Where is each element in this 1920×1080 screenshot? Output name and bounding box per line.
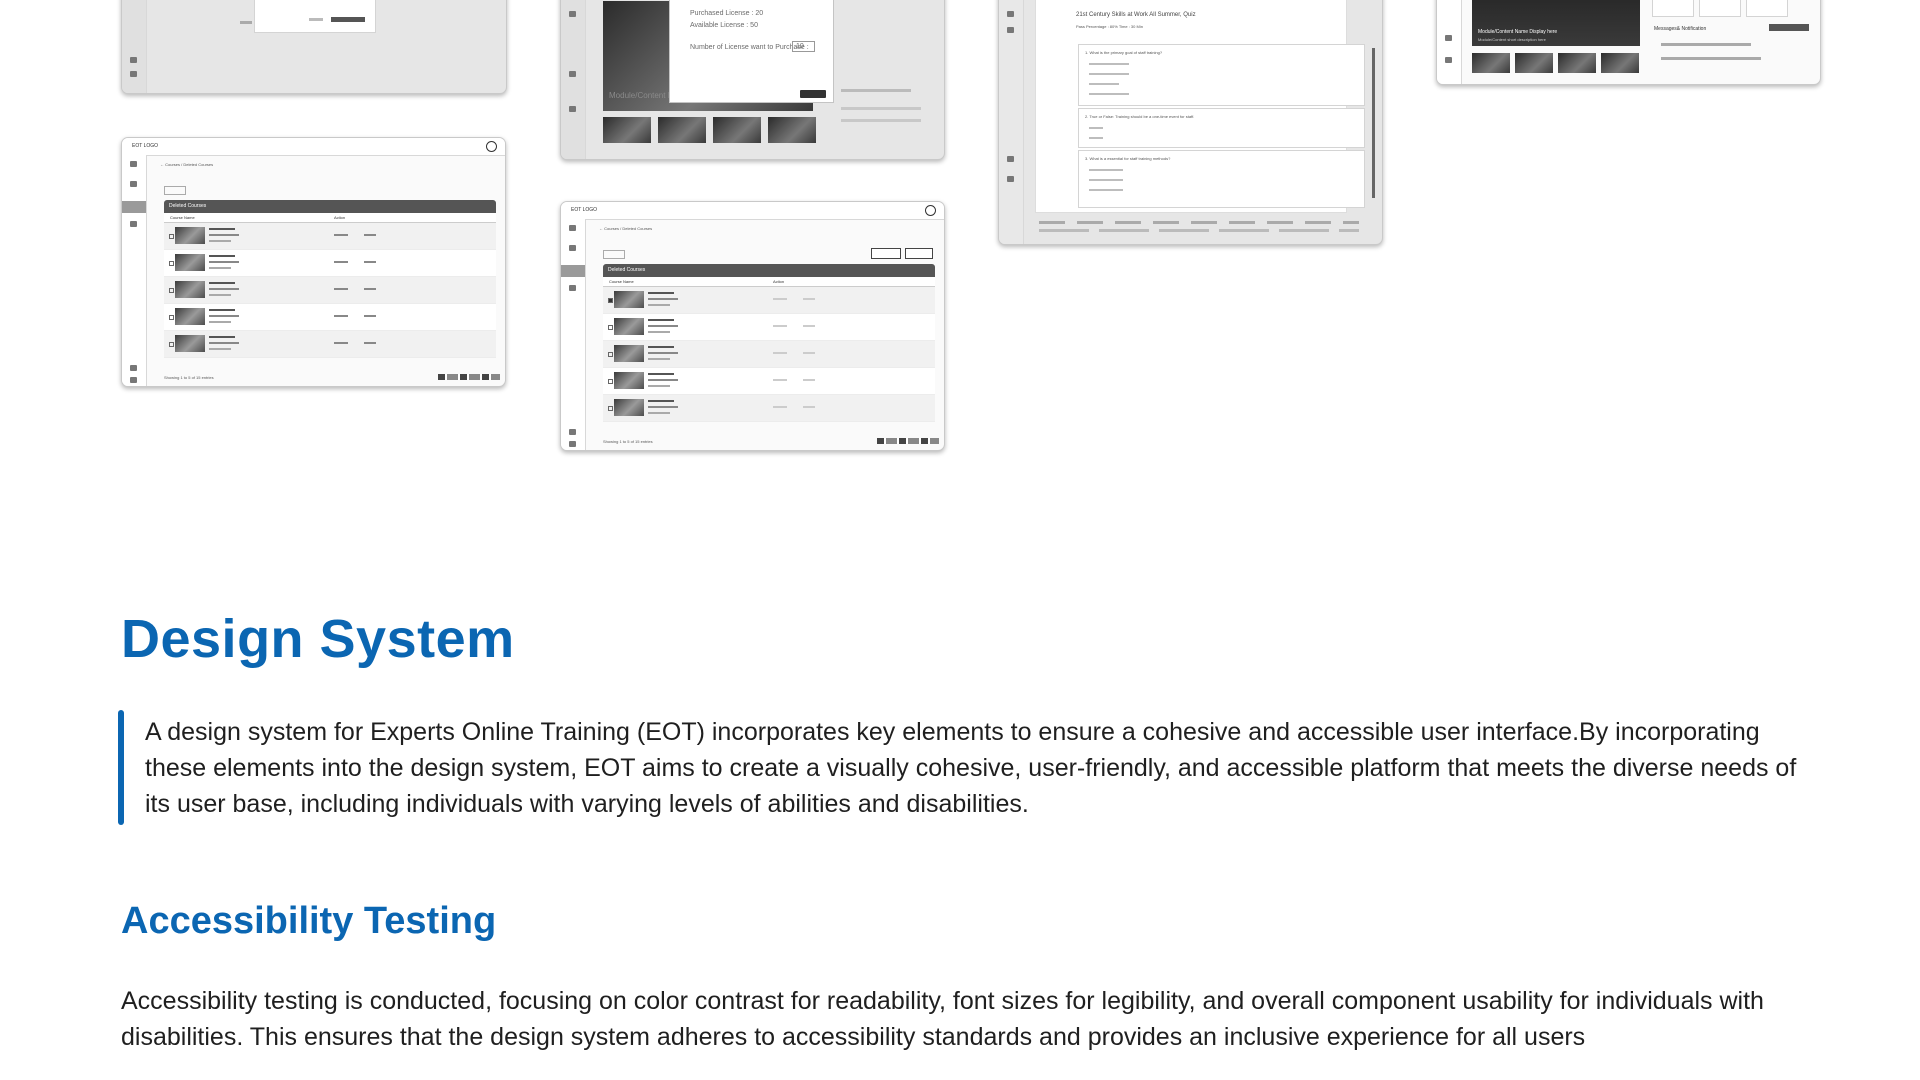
wireframe-sidebar bbox=[1437, 0, 1462, 84]
deleted-courses-table: Deleted Courses Course Name Action bbox=[164, 200, 496, 358]
delete-button[interactable] bbox=[905, 248, 933, 259]
col-course-name[interactable]: Course Name bbox=[170, 215, 195, 220]
breadcrumb[interactable]: ← Courses / Deleted Courses bbox=[160, 162, 213, 167]
col-action: Action bbox=[334, 215, 346, 220]
table-header: Course Name Action bbox=[603, 277, 935, 287]
col-course-name[interactable]: Course Name bbox=[609, 279, 634, 284]
eot-logo: EOT LOGO bbox=[571, 207, 598, 213]
quiz-question-card: 3. What is a essential for staff trainin… bbox=[1078, 150, 1365, 208]
table-row[interactable] bbox=[164, 331, 496, 358]
quiz-title: 21st Century Skills at Work All Summer, … bbox=[1076, 12, 1196, 18]
eot-logo: EOT LOGO bbox=[132, 143, 159, 149]
user-avatar-icon[interactable] bbox=[486, 141, 497, 152]
next-button[interactable] bbox=[800, 90, 826, 98]
table-footer-text: Showing 1 to 5 of 15 entries bbox=[164, 375, 214, 380]
license-purchase-modal: Purchased License : 20 Available License… bbox=[669, 0, 834, 103]
table-row[interactable] bbox=[603, 341, 935, 368]
col-action: Action bbox=[773, 279, 785, 284]
wireframe-sidebar bbox=[122, 155, 147, 386]
user-avatar-icon[interactable] bbox=[925, 205, 936, 216]
wireframe-header: EOT LOGO bbox=[122, 138, 505, 156]
wireframe-sidebar bbox=[122, 0, 147, 93]
quote-accent-bar bbox=[118, 710, 124, 825]
available-license-text: Available License : 50 bbox=[690, 22, 758, 29]
table-row[interactable] bbox=[164, 223, 496, 250]
table-header: Course Name Action bbox=[164, 213, 496, 223]
wireframe-sidebar bbox=[561, 219, 586, 450]
quiz-question-card: 2. True or False: Training should be a o… bbox=[1078, 108, 1365, 148]
quiz-modal: 21st Century Skills at Work All Summer, … bbox=[1035, 0, 1375, 213]
accessibility-testing-description: Accessibility testing is conducted, focu… bbox=[121, 987, 1764, 1051]
wireframe-video-banner: Module/Content Name Display here Module/… bbox=[1472, 0, 1640, 46]
module-label: Module/Content N bbox=[609, 91, 674, 100]
design-system-description: A design system for Experts Online Train… bbox=[145, 718, 1797, 818]
pagination[interactable] bbox=[438, 374, 500, 380]
wireframe-thumbnail-dashboard[interactable]: Module/Content Name Display here Module/… bbox=[1436, 0, 1821, 85]
table-title: Deleted Courses bbox=[603, 264, 935, 277]
accessibility-testing-title: Accessibility Testing bbox=[121, 900, 497, 942]
quiz-question-3: 3. What is a essential for staff trainin… bbox=[1085, 156, 1171, 161]
table-row[interactable] bbox=[164, 277, 496, 304]
breadcrumb[interactable]: ← Courses / Deleted Courses bbox=[599, 226, 652, 231]
purchase-quantity-label: Number of License want to Purchase : bbox=[690, 44, 809, 51]
quiz-meta: Pass Percentage : 80% Time : 30 Min bbox=[1076, 24, 1143, 29]
table-row[interactable] bbox=[603, 314, 935, 341]
notification-title: Messages& Notification bbox=[1654, 26, 1707, 32]
table-footer-text: Showing 1 to 5 of 15 entries bbox=[603, 439, 653, 444]
table-row[interactable] bbox=[603, 395, 935, 422]
quiz-question-card: 1. What is the primary goal of staff tra… bbox=[1078, 44, 1365, 106]
wireframe-thumbnail-deleted-courses[interactable]: EOT LOGO ← Courses / Deleted Courses Del… bbox=[121, 137, 506, 387]
restore-button[interactable] bbox=[871, 248, 901, 259]
wireframe-thumbnail-quiz[interactable]: 21st Century Skills at Work All Summer, … bbox=[998, 0, 1383, 245]
notification-button[interactable] bbox=[1769, 24, 1809, 31]
table-title: Deleted Courses bbox=[164, 200, 496, 213]
quiz-question-2: 2. True or False: Training should be a o… bbox=[1085, 114, 1195, 119]
banner-title: Module/Content Name Display here bbox=[1478, 29, 1558, 35]
banner-subtitle: Module/Content short description here bbox=[1478, 37, 1546, 42]
wireframe-modal bbox=[254, 0, 376, 33]
design-system-title: Design System bbox=[121, 609, 515, 669]
wireframe-header: EOT LOGO bbox=[561, 202, 944, 220]
table-row[interactable] bbox=[164, 250, 496, 277]
purchased-license-text: Purchased License : 20 bbox=[690, 10, 764, 17]
wireframe-sidebar bbox=[999, 0, 1024, 244]
table-row[interactable] bbox=[603, 287, 935, 314]
wireframe-thumbnail-deleted-courses-selected[interactable]: EOT LOGO ← Courses / Deleted Courses Del… bbox=[560, 201, 945, 451]
table-row[interactable] bbox=[164, 304, 496, 331]
wireframe-thumbnail-modal[interactable] bbox=[121, 0, 507, 94]
pagination[interactable] bbox=[877, 438, 939, 444]
deleted-courses-table: Deleted Courses Course Name Action bbox=[603, 264, 935, 422]
scrollbar[interactable] bbox=[1372, 48, 1375, 198]
wireframe-sidebar bbox=[561, 0, 586, 159]
quiz-question-1: 1. What is the primary goal of staff tra… bbox=[1085, 50, 1163, 55]
table-row[interactable] bbox=[603, 368, 935, 395]
wireframe-thumbnail-license[interactable]: Module/Content N Purchased License : 20 … bbox=[560, 0, 945, 160]
purchase-quantity-input[interactable]: 10 bbox=[792, 41, 815, 52]
